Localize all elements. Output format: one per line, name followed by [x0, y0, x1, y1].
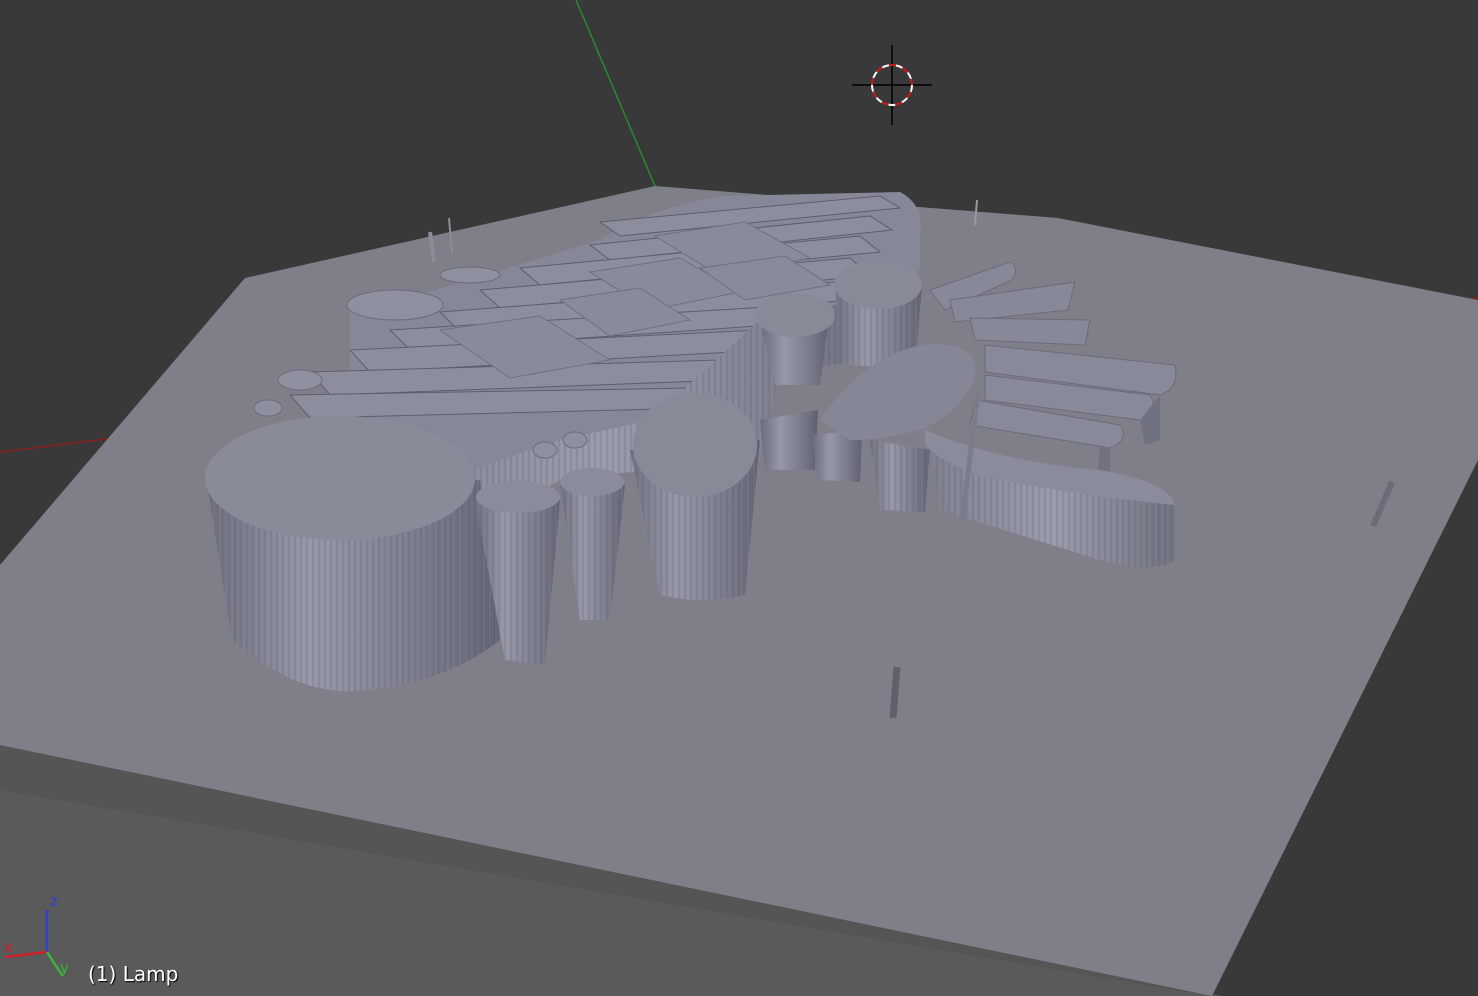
- scene-canvas[interactable]: z x y: [0, 0, 1478, 996]
- grid-y-axis-line: [575, 0, 656, 187]
- 3d-cursor-icon[interactable]: [852, 45, 932, 125]
- pin-front: [889, 666, 901, 719]
- relief-cylinder-large: [205, 416, 500, 692]
- 3d-viewport[interactable]: z x y (1) Lamp: [0, 0, 1478, 996]
- gizmo-z-label: z: [50, 892, 58, 910]
- gizmo-x-label: x: [4, 938, 13, 956]
- gizmo-y-label: y: [60, 959, 69, 977]
- grid-x-axis-line-left: [0, 437, 116, 453]
- active-object-label: (1) Lamp: [88, 962, 179, 986]
